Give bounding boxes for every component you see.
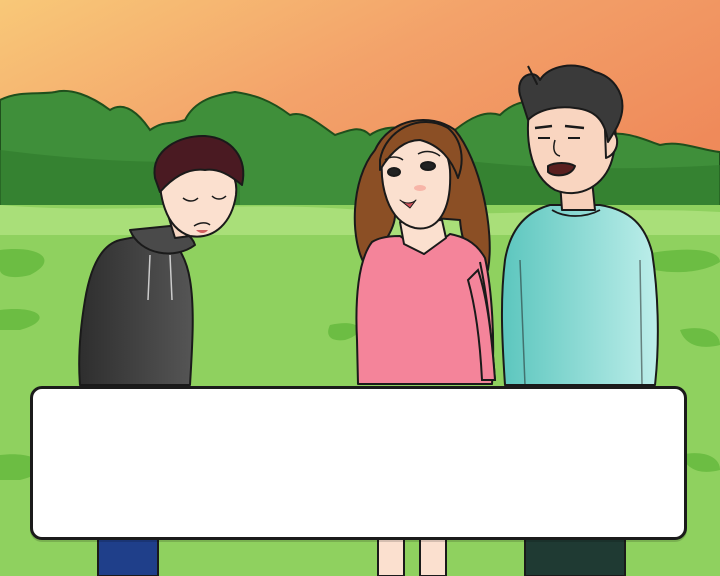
- dialog-box[interactable]: [30, 386, 687, 540]
- dialog-text: [55, 407, 662, 519]
- game-scene: [0, 0, 720, 576]
